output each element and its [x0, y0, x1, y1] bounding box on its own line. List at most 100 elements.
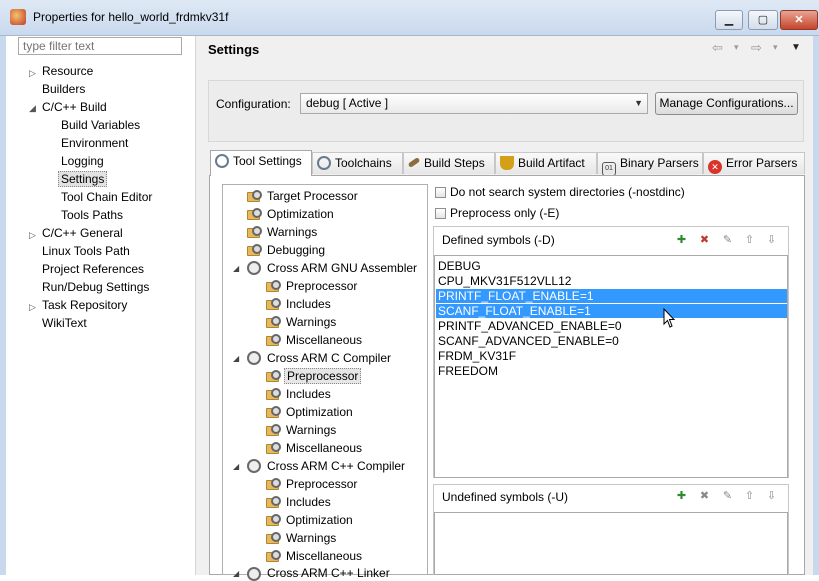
- tree-item-cpp-warnings[interactable]: Warnings: [286, 531, 336, 545]
- sidebar-item-wikitext[interactable]: WikiText: [42, 316, 87, 330]
- tree-item-target-processor[interactable]: Target Processor: [267, 189, 358, 203]
- tree-item-cpp-miscellaneous[interactable]: Miscellaneous: [286, 549, 362, 563]
- list-item[interactable]: PRINTF_FLOAT_ENABLE=1: [436, 289, 787, 303]
- tree-item-asm-miscellaneous[interactable]: Miscellaneous: [286, 333, 362, 347]
- gear-icon: [247, 459, 261, 473]
- folder-gear-icon: [247, 244, 262, 256]
- list-item[interactable]: PRINTF_ADVANCED_ENABLE=0: [438, 319, 622, 333]
- tab-error-parsers[interactable]: ✕ Error Parsers: [703, 152, 805, 174]
- nostdinc-label: Do not search system directories (-nostd…: [450, 185, 685, 199]
- nostdinc-checkbox[interactable]: [435, 187, 446, 198]
- move-up-icon[interactable]: ⇧: [743, 489, 756, 503]
- app-icon: [10, 9, 26, 25]
- forward-arrow-icon[interactable]: ⇨: [751, 40, 762, 56]
- tab-label: Error Parsers: [726, 156, 798, 170]
- tab-label: Build Steps: [424, 156, 485, 170]
- forward-dropdown-icon[interactable]: ▾: [773, 42, 778, 53]
- tab-tool-settings[interactable]: Tool Settings: [210, 150, 312, 176]
- delete-icon[interactable]: ✖: [698, 489, 711, 503]
- tree-item-c-compiler[interactable]: Cross ARM C Compiler: [267, 351, 391, 365]
- tree-item-cpp-optimization[interactable]: Optimization: [286, 513, 353, 527]
- sidebar-item-tools-paths[interactable]: Tools Paths: [61, 208, 123, 222]
- maximize-button[interactable]: ▢: [748, 10, 778, 30]
- sidebar-item-task-repository[interactable]: Task Repository: [42, 298, 127, 312]
- tab-build-artifact[interactable]: Build Artifact: [495, 152, 597, 174]
- list-item[interactable]: SCANF_FLOAT_ENABLE=1: [436, 304, 787, 318]
- filter-input[interactable]: [18, 37, 182, 55]
- tree-item-optimization[interactable]: Optimization: [267, 207, 334, 221]
- sidebar-item-project-references[interactable]: Project References: [42, 262, 144, 276]
- add-icon[interactable]: ✚: [675, 489, 688, 503]
- minimize-button[interactable]: ▁: [715, 10, 743, 30]
- tree-item-cpp-includes[interactable]: Includes: [286, 495, 331, 509]
- configuration-value: debug [ Active ]: [306, 96, 389, 110]
- tree-item-cpp-compiler[interactable]: Cross ARM C++ Compiler: [267, 459, 405, 473]
- folder-gear-icon: [247, 226, 262, 238]
- configuration-select[interactable]: debug [ Active ] ▼: [300, 93, 648, 114]
- tree-item-c-miscellaneous[interactable]: Miscellaneous: [286, 441, 362, 455]
- sidebar-item-environment[interactable]: Environment: [61, 136, 128, 150]
- collapse-twisty-icon[interactable]: ◢: [233, 462, 239, 471]
- back-arrow-icon[interactable]: ⇦: [712, 40, 723, 56]
- tree-item-asm-warnings[interactable]: Warnings: [286, 315, 336, 329]
- tree-item-c-includes[interactable]: Includes: [286, 387, 331, 401]
- folder-gear-icon: [266, 532, 281, 544]
- tree-item-c-preprocessor[interactable]: Preprocessor: [284, 368, 362, 384]
- edit-icon[interactable]: ✎: [721, 233, 734, 247]
- sidebar-item-builders[interactable]: Builders: [42, 82, 85, 96]
- list-item[interactable]: CPU_MKV31F512VLL12: [438, 274, 571, 288]
- tab-build-steps[interactable]: Build Steps: [403, 152, 495, 174]
- expand-twisty-icon[interactable]: ▷: [29, 302, 36, 313]
- sidebar-item-logging[interactable]: Logging: [61, 154, 104, 168]
- list-item[interactable]: DEBUG: [438, 259, 481, 273]
- tree-item-gnu-assembler[interactable]: Cross ARM GNU Assembler: [267, 261, 417, 275]
- list-item[interactable]: FRDM_KV31F: [438, 349, 516, 363]
- sidebar-item-resource[interactable]: Resource: [42, 64, 93, 78]
- tree-item-cpp-linker[interactable]: Cross ARM C++ Linker: [267, 566, 390, 580]
- collapse-twisty-icon[interactable]: ◢: [233, 264, 239, 273]
- sidebar-item-settings[interactable]: Settings: [58, 171, 108, 187]
- sidebar-item-cpp-build[interactable]: C/C++ Build: [42, 100, 107, 114]
- move-up-icon[interactable]: ⇧: [743, 233, 756, 247]
- collapse-twisty-icon[interactable]: ◢: [233, 569, 239, 578]
- folder-gear-icon: [247, 190, 262, 202]
- sidebar-item-linux-tools-path[interactable]: Linux Tools Path: [42, 244, 130, 258]
- tree-item-asm-preprocessor[interactable]: Preprocessor: [286, 279, 357, 293]
- folder-gear-icon: [266, 496, 281, 508]
- collapse-twisty-icon[interactable]: ◢: [29, 103, 36, 114]
- view-menu-icon[interactable]: ▼: [791, 42, 801, 53]
- close-button[interactable]: ✕: [780, 10, 818, 30]
- tab-binary-parsers[interactable]: 01 Binary Parsers: [597, 152, 703, 176]
- tree-item-debugging[interactable]: Debugging: [267, 243, 325, 257]
- list-item[interactable]: FREEDOM: [438, 364, 498, 378]
- defined-symbols-list[interactable]: DEBUG CPU_MKV31F512VLL12 PRINTF_FLOAT_EN…: [434, 255, 788, 478]
- sidebar-item-tool-chain-editor[interactable]: Tool Chain Editor: [61, 190, 152, 204]
- move-down-icon[interactable]: ⇩: [765, 233, 778, 247]
- manage-configurations-button[interactable]: Manage Configurations...: [655, 92, 798, 115]
- sidebar-item-build-variables[interactable]: Build Variables: [61, 118, 140, 132]
- tree-item-warnings[interactable]: Warnings: [267, 225, 317, 239]
- add-icon[interactable]: ✚: [675, 233, 688, 247]
- tree-item-c-warnings[interactable]: Warnings: [286, 423, 336, 437]
- tree-item-cpp-preprocessor[interactable]: Preprocessor: [286, 477, 357, 491]
- configuration-label: Configuration:: [216, 97, 291, 111]
- preprocess-only-checkbox[interactable]: [435, 208, 446, 219]
- gear-icon: [247, 567, 261, 581]
- folder-gear-icon: [266, 550, 281, 562]
- move-down-icon[interactable]: ⇩: [765, 489, 778, 503]
- tab-toolchains[interactable]: Toolchains: [312, 152, 403, 174]
- sidebar-item-cpp-general[interactable]: C/C++ General: [42, 226, 123, 240]
- back-dropdown-icon[interactable]: ▾: [734, 42, 739, 53]
- sidebar-item-run-debug-settings[interactable]: Run/Debug Settings: [42, 280, 149, 294]
- edit-icon[interactable]: ✎: [721, 489, 734, 503]
- folder-gear-icon: [266, 406, 281, 418]
- tree-item-c-optimization[interactable]: Optimization: [286, 405, 353, 419]
- expand-twisty-icon[interactable]: ▷: [29, 68, 36, 79]
- defined-symbols-title: Defined symbols (-D): [442, 233, 555, 247]
- tree-item-asm-includes[interactable]: Includes: [286, 297, 331, 311]
- undefined-symbols-list[interactable]: [434, 512, 788, 575]
- expand-twisty-icon[interactable]: ▷: [29, 230, 36, 241]
- list-item[interactable]: SCANF_ADVANCED_ENABLE=0: [438, 334, 619, 348]
- collapse-twisty-icon[interactable]: ◢: [233, 354, 239, 363]
- delete-icon[interactable]: ✖: [698, 233, 711, 247]
